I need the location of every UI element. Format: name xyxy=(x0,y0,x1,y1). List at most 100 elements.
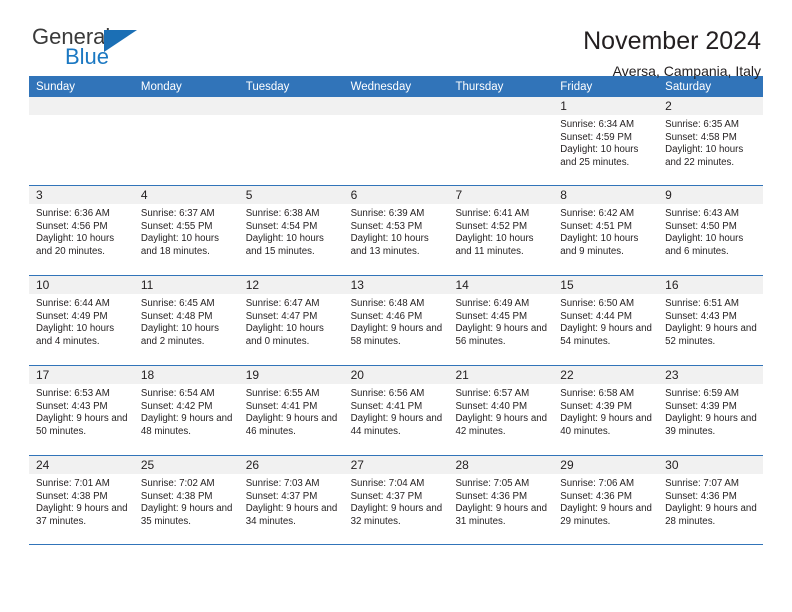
day-cell[interactable]: 8 Sunrise: 6:42 AM Sunset: 4:51 PM Daylight… xyxy=(553,186,659,275)
weekday-tuesday: Tuesday xyxy=(245,81,290,93)
day-cell[interactable]: 19 Sunrise: 6:55 AM Sunset: 4:41 PM Dayligh… xyxy=(238,366,344,455)
daylight-text: Daylight: 9 hours and 54 minutes. xyxy=(560,323,652,347)
day-cell[interactable]: 5 Sunrise: 6:38 AM Sunset: 4:54 PM Daylight… xyxy=(238,186,344,275)
sunrise-text: Sunrise: 6:48 AM xyxy=(350,298,425,309)
calendar-grid: Sunday Monday Tuesday Wednesday Thursday… xyxy=(29,76,764,545)
day-sun-info: Sunrise: 6:54 AM Sunset: 4:42 PM Daylight:… xyxy=(134,384,239,438)
sunrise-text: Sunrise: 6:37 AM xyxy=(140,208,215,219)
day-cell[interactable]: 17 Sunrise: 6:53 AM Sunset: 4:43 PM Dayligh… xyxy=(29,366,134,455)
day-number: 10 xyxy=(29,276,134,294)
day-cell[interactable]: 28 Sunrise: 7:05 AM Sunset: 4:36 PM Dayligh… xyxy=(448,456,554,545)
sunset-text: Sunset: 4:47 PM xyxy=(245,310,318,322)
day-number: 23 xyxy=(658,366,764,384)
day-cell[interactable]: 9 Sunrise: 6:43 AM Sunset: 4:50 PM Daylight… xyxy=(658,186,764,275)
day-cell[interactable]: 30 Sunrise: 7:07 AM Sunset: 4:36 PM Dayligh… xyxy=(658,456,764,545)
sunset-text: Sunset: 4:54 PM xyxy=(245,220,318,232)
day-sun-info: Sunrise: 7:01 AM Sunset: 4:38 PM Daylight:… xyxy=(29,474,134,528)
day-number: 28 xyxy=(448,456,554,474)
day-sun-info: Sunrise: 7:04 AM Sunset: 4:37 PM Daylight:… xyxy=(344,474,449,528)
day-cell[interactable]: 26 Sunrise: 7:03 AM Sunset: 4:37 PM Dayligh… xyxy=(238,456,344,545)
day-cell[interactable]: 1 Sunrise: 6:34 AM Sunset: 4:59 PM Daylight… xyxy=(553,97,659,185)
sunset-text: Sunset: 4:43 PM xyxy=(36,400,108,412)
day-number: 9 xyxy=(658,186,764,204)
day-number: 15 xyxy=(553,276,659,294)
day-sun-info: Sunrise: 6:45 AM Sunset: 4:48 PM Daylight:… xyxy=(134,294,239,348)
day-sun-info: Sunrise: 6:51 AM Sunset: 4:43 PM Daylight:… xyxy=(658,294,763,348)
day-sun-info: Sunrise: 7:03 AM Sunset: 4:37 PM Daylight:… xyxy=(239,474,344,528)
daylight-text: Daylight: 10 hours and 9 minutes. xyxy=(560,233,639,257)
sunrise-text: Sunrise: 6:50 AM xyxy=(560,298,635,309)
day-cell[interactable]: 13 Sunrise: 6:48 AM Sunset: 4:46 PM Dayligh… xyxy=(343,276,449,365)
triangle-icon xyxy=(104,30,137,52)
sunrise-text: Sunrise: 6:35 AM xyxy=(665,119,739,130)
day-cell[interactable]: 27 Sunrise: 7:04 AM Sunset: 4:37 PM Dayligh… xyxy=(343,456,449,545)
day-cell[interactable]: 11 Sunrise: 6:45 AM Sunset: 4:48 PM Dayligh… xyxy=(133,276,239,365)
daylight-text: Daylight: 9 hours and 58 minutes. xyxy=(350,323,443,347)
day-cell-empty xyxy=(343,97,449,185)
calendar-week-row: 3 Sunrise: 6:36 AM Sunset: 4:56 PM Daylight… xyxy=(29,185,764,275)
daylight-text: Daylight: 9 hours and 39 minutes. xyxy=(665,413,757,437)
daylight-text: Daylight: 9 hours and 44 minutes. xyxy=(350,413,443,437)
daylight-text: Daylight: 10 hours and 6 minutes. xyxy=(665,233,744,257)
day-sun-info: Sunrise: 7:05 AM Sunset: 4:36 PM Daylight:… xyxy=(448,474,553,528)
day-cell[interactable]: 22 Sunrise: 6:58 AM Sunset: 4:39 PM Dayligh… xyxy=(553,366,659,455)
day-cell[interactable]: 6 Sunrise: 6:39 AM Sunset: 4:53 PM Daylight… xyxy=(343,186,449,275)
day-number: 16 xyxy=(658,276,764,294)
sunset-text: Sunset: 4:42 PM xyxy=(140,400,213,412)
sunrise-text: Sunrise: 6:45 AM xyxy=(140,298,215,309)
day-cell[interactable]: 14 Sunrise: 6:49 AM Sunset: 4:45 PM Dayligh… xyxy=(448,276,554,365)
day-sun-info: Sunrise: 6:44 AM Sunset: 4:49 PM Daylight:… xyxy=(29,294,134,348)
day-cell[interactable]: 7 Sunrise: 6:41 AM Sunset: 4:52 PM Daylight… xyxy=(448,186,554,275)
day-cell[interactable]: 23 Sunrise: 6:59 AM Sunset: 4:39 PM Dayligh… xyxy=(658,366,764,455)
day-number xyxy=(133,97,239,115)
day-cell[interactable]: 10 Sunrise: 6:44 AM Sunset: 4:49 PM Dayligh… xyxy=(29,276,134,365)
day-sun-info: Sunrise: 6:38 AM Sunset: 4:54 PM Daylight:… xyxy=(239,204,344,258)
day-number: 20 xyxy=(343,366,449,384)
sunrise-text: Sunrise: 6:39 AM xyxy=(350,208,425,219)
day-cell[interactable]: 24 Sunrise: 7:01 AM Sunset: 4:38 PM Dayligh… xyxy=(29,456,134,545)
sunset-text: Sunset: 4:41 PM xyxy=(350,400,423,412)
day-number: 29 xyxy=(553,456,659,474)
day-number: 21 xyxy=(448,366,554,384)
day-number: 4 xyxy=(133,186,239,204)
day-sun-info: Sunrise: 6:42 AM Sunset: 4:51 PM Daylight:… xyxy=(553,204,658,258)
calendar-week-row: 17 Sunrise: 6:53 AM Sunset: 4:43 PM Dayligh… xyxy=(29,365,764,455)
weekday-friday: Friday xyxy=(560,81,593,93)
day-cell[interactable]: 25 Sunrise: 7:02 AM Sunset: 4:38 PM Dayligh… xyxy=(133,456,239,545)
sunset-text: Sunset: 4:38 PM xyxy=(36,490,108,502)
sunrise-text: Sunrise: 6:42 AM xyxy=(560,208,635,219)
day-cell[interactable]: 21 Sunrise: 6:57 AM Sunset: 4:40 PM Dayligh… xyxy=(448,366,554,455)
sunset-text: Sunset: 4:36 PM xyxy=(560,490,632,502)
calendar-page: General Blue November 2024 Aversa, Campa… xyxy=(0,0,792,612)
sunrise-text: Sunrise: 6:41 AM xyxy=(455,208,530,219)
day-sun-info: Sunrise: 6:59 AM Sunset: 4:39 PM Daylight:… xyxy=(658,384,763,438)
day-cell-empty xyxy=(29,97,134,185)
day-number xyxy=(343,97,449,115)
day-cell[interactable]: 20 Sunrise: 6:56 AM Sunset: 4:41 PM Dayligh… xyxy=(343,366,449,455)
day-sun-info: Sunrise: 6:53 AM Sunset: 4:43 PM Daylight:… xyxy=(29,384,134,438)
day-cell[interactable]: 16 Sunrise: 6:51 AM Sunset: 4:43 PM Dayligh… xyxy=(658,276,764,365)
day-sun-info: Sunrise: 6:49 AM Sunset: 4:45 PM Daylight:… xyxy=(448,294,553,348)
weekday-wednesday: Wednesday xyxy=(350,81,412,93)
sunset-text: Sunset: 4:56 PM xyxy=(36,220,108,232)
daylight-text: Daylight: 9 hours and 42 minutes. xyxy=(455,413,547,437)
day-cell[interactable]: 3 Sunrise: 6:36 AM Sunset: 4:56 PM Daylight… xyxy=(29,186,134,275)
day-cell[interactable]: 18 Sunrise: 6:54 AM Sunset: 4:42 PM Dayligh… xyxy=(133,366,239,455)
daylight-text: Daylight: 9 hours and 32 minutes. xyxy=(350,503,443,527)
day-cell[interactable]: 12 Sunrise: 6:47 AM Sunset: 4:47 PM Dayligh… xyxy=(238,276,344,365)
sunrise-text: Sunrise: 7:07 AM xyxy=(665,478,739,489)
day-cell[interactable]: 4 Sunrise: 6:37 AM Sunset: 4:55 PM Daylight… xyxy=(133,186,239,275)
day-number: 6 xyxy=(343,186,449,204)
day-number: 2 xyxy=(658,97,764,115)
day-cell[interactable]: 29 Sunrise: 7:06 AM Sunset: 4:36 PM Dayligh… xyxy=(553,456,659,545)
daylight-text: Daylight: 9 hours and 29 minutes. xyxy=(560,503,652,527)
day-cell-empty xyxy=(133,97,239,185)
daylight-text: Daylight: 9 hours and 31 minutes. xyxy=(455,503,547,527)
day-cell[interactable]: 2 Sunrise: 6:35 AM Sunset: 4:58 PM Daylight… xyxy=(658,97,764,185)
sunrise-text: Sunrise: 6:55 AM xyxy=(245,388,320,399)
day-sun-info: Sunrise: 7:06 AM Sunset: 4:36 PM Daylight:… xyxy=(553,474,658,528)
sunrise-text: Sunrise: 7:04 AM xyxy=(350,478,425,489)
day-sun-info: Sunrise: 6:35 AM Sunset: 4:58 PM Daylight:… xyxy=(658,115,763,169)
day-cell[interactable]: 15 Sunrise: 6:50 AM Sunset: 4:44 PM Dayligh… xyxy=(553,276,659,365)
sunset-text: Sunset: 4:37 PM xyxy=(245,490,318,502)
